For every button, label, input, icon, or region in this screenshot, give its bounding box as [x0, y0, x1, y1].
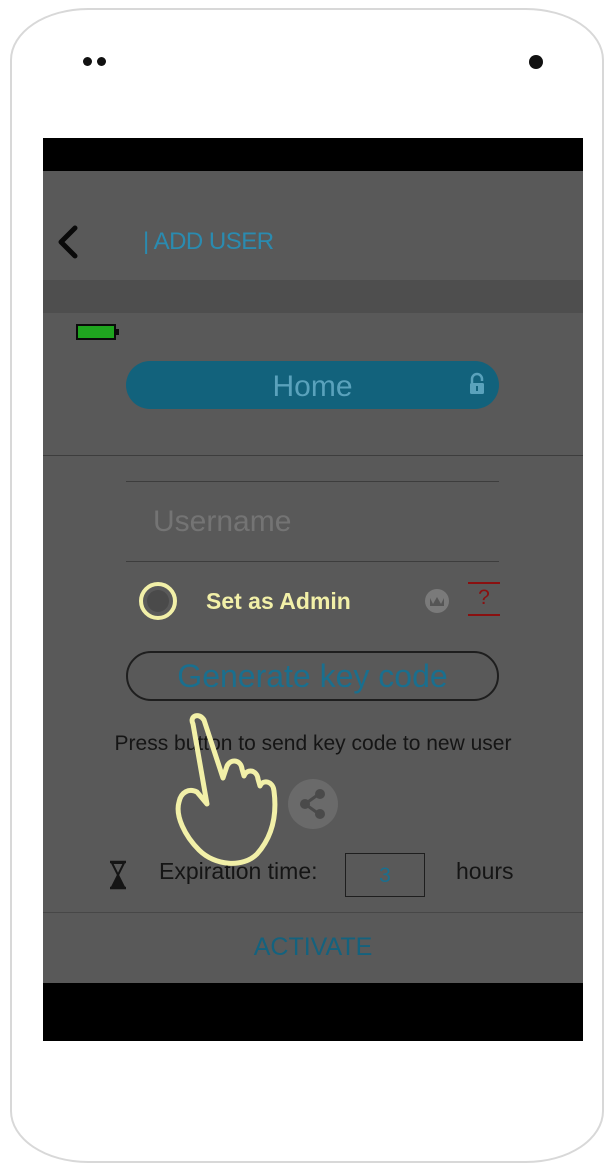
- phone-frame: | ADD USER Home Username Set as Admin ? …: [10, 8, 604, 1163]
- section-divider: [43, 455, 583, 456]
- header-divider-band: [43, 280, 583, 313]
- username-bottom-line: [126, 561, 499, 562]
- username-input[interactable]: Username: [153, 505, 291, 539]
- nav-bar: [43, 983, 583, 1041]
- crown-icon: [425, 589, 449, 613]
- page-title: | ADD USER: [143, 228, 274, 255]
- send-hint-text: Press button to send key code to new use…: [114, 732, 512, 755]
- expiration-unit: hours: [456, 858, 514, 884]
- status-bar: [43, 138, 583, 171]
- share-icon[interactable]: [287, 778, 339, 830]
- help-top-line: [468, 582, 500, 584]
- lock-icon: [470, 372, 484, 394]
- help-mark: ?: [478, 586, 490, 609]
- app-screen: | ADD USER Home Username Set as Admin ? …: [43, 138, 583, 1041]
- username-top-line: [126, 481, 499, 482]
- device-name: Home: [272, 370, 353, 403]
- help-icon[interactable]: ?: [468, 580, 500, 620]
- battery-full-icon: [76, 324, 119, 340]
- camera-dot-2: [97, 57, 106, 66]
- set-admin-label: Set as Admin: [206, 588, 351, 614]
- expiration-input[interactable]: 3: [345, 853, 425, 897]
- back-chevron-icon[interactable]: [53, 224, 83, 260]
- admin-toggle-ring[interactable]: [136, 579, 180, 623]
- tap-hand-icon: [175, 713, 278, 866]
- footer-divider: [43, 912, 583, 913]
- generate-key-code-button[interactable]: Generate key code: [126, 651, 499, 701]
- activate-button[interactable]: ACTIVATE: [43, 933, 583, 962]
- camera-dot-1: [83, 57, 92, 66]
- front-camera: [529, 55, 543, 69]
- help-bottom-line: [468, 614, 500, 616]
- device-selector[interactable]: Home: [126, 361, 499, 409]
- hourglass-icon: [110, 860, 126, 890]
